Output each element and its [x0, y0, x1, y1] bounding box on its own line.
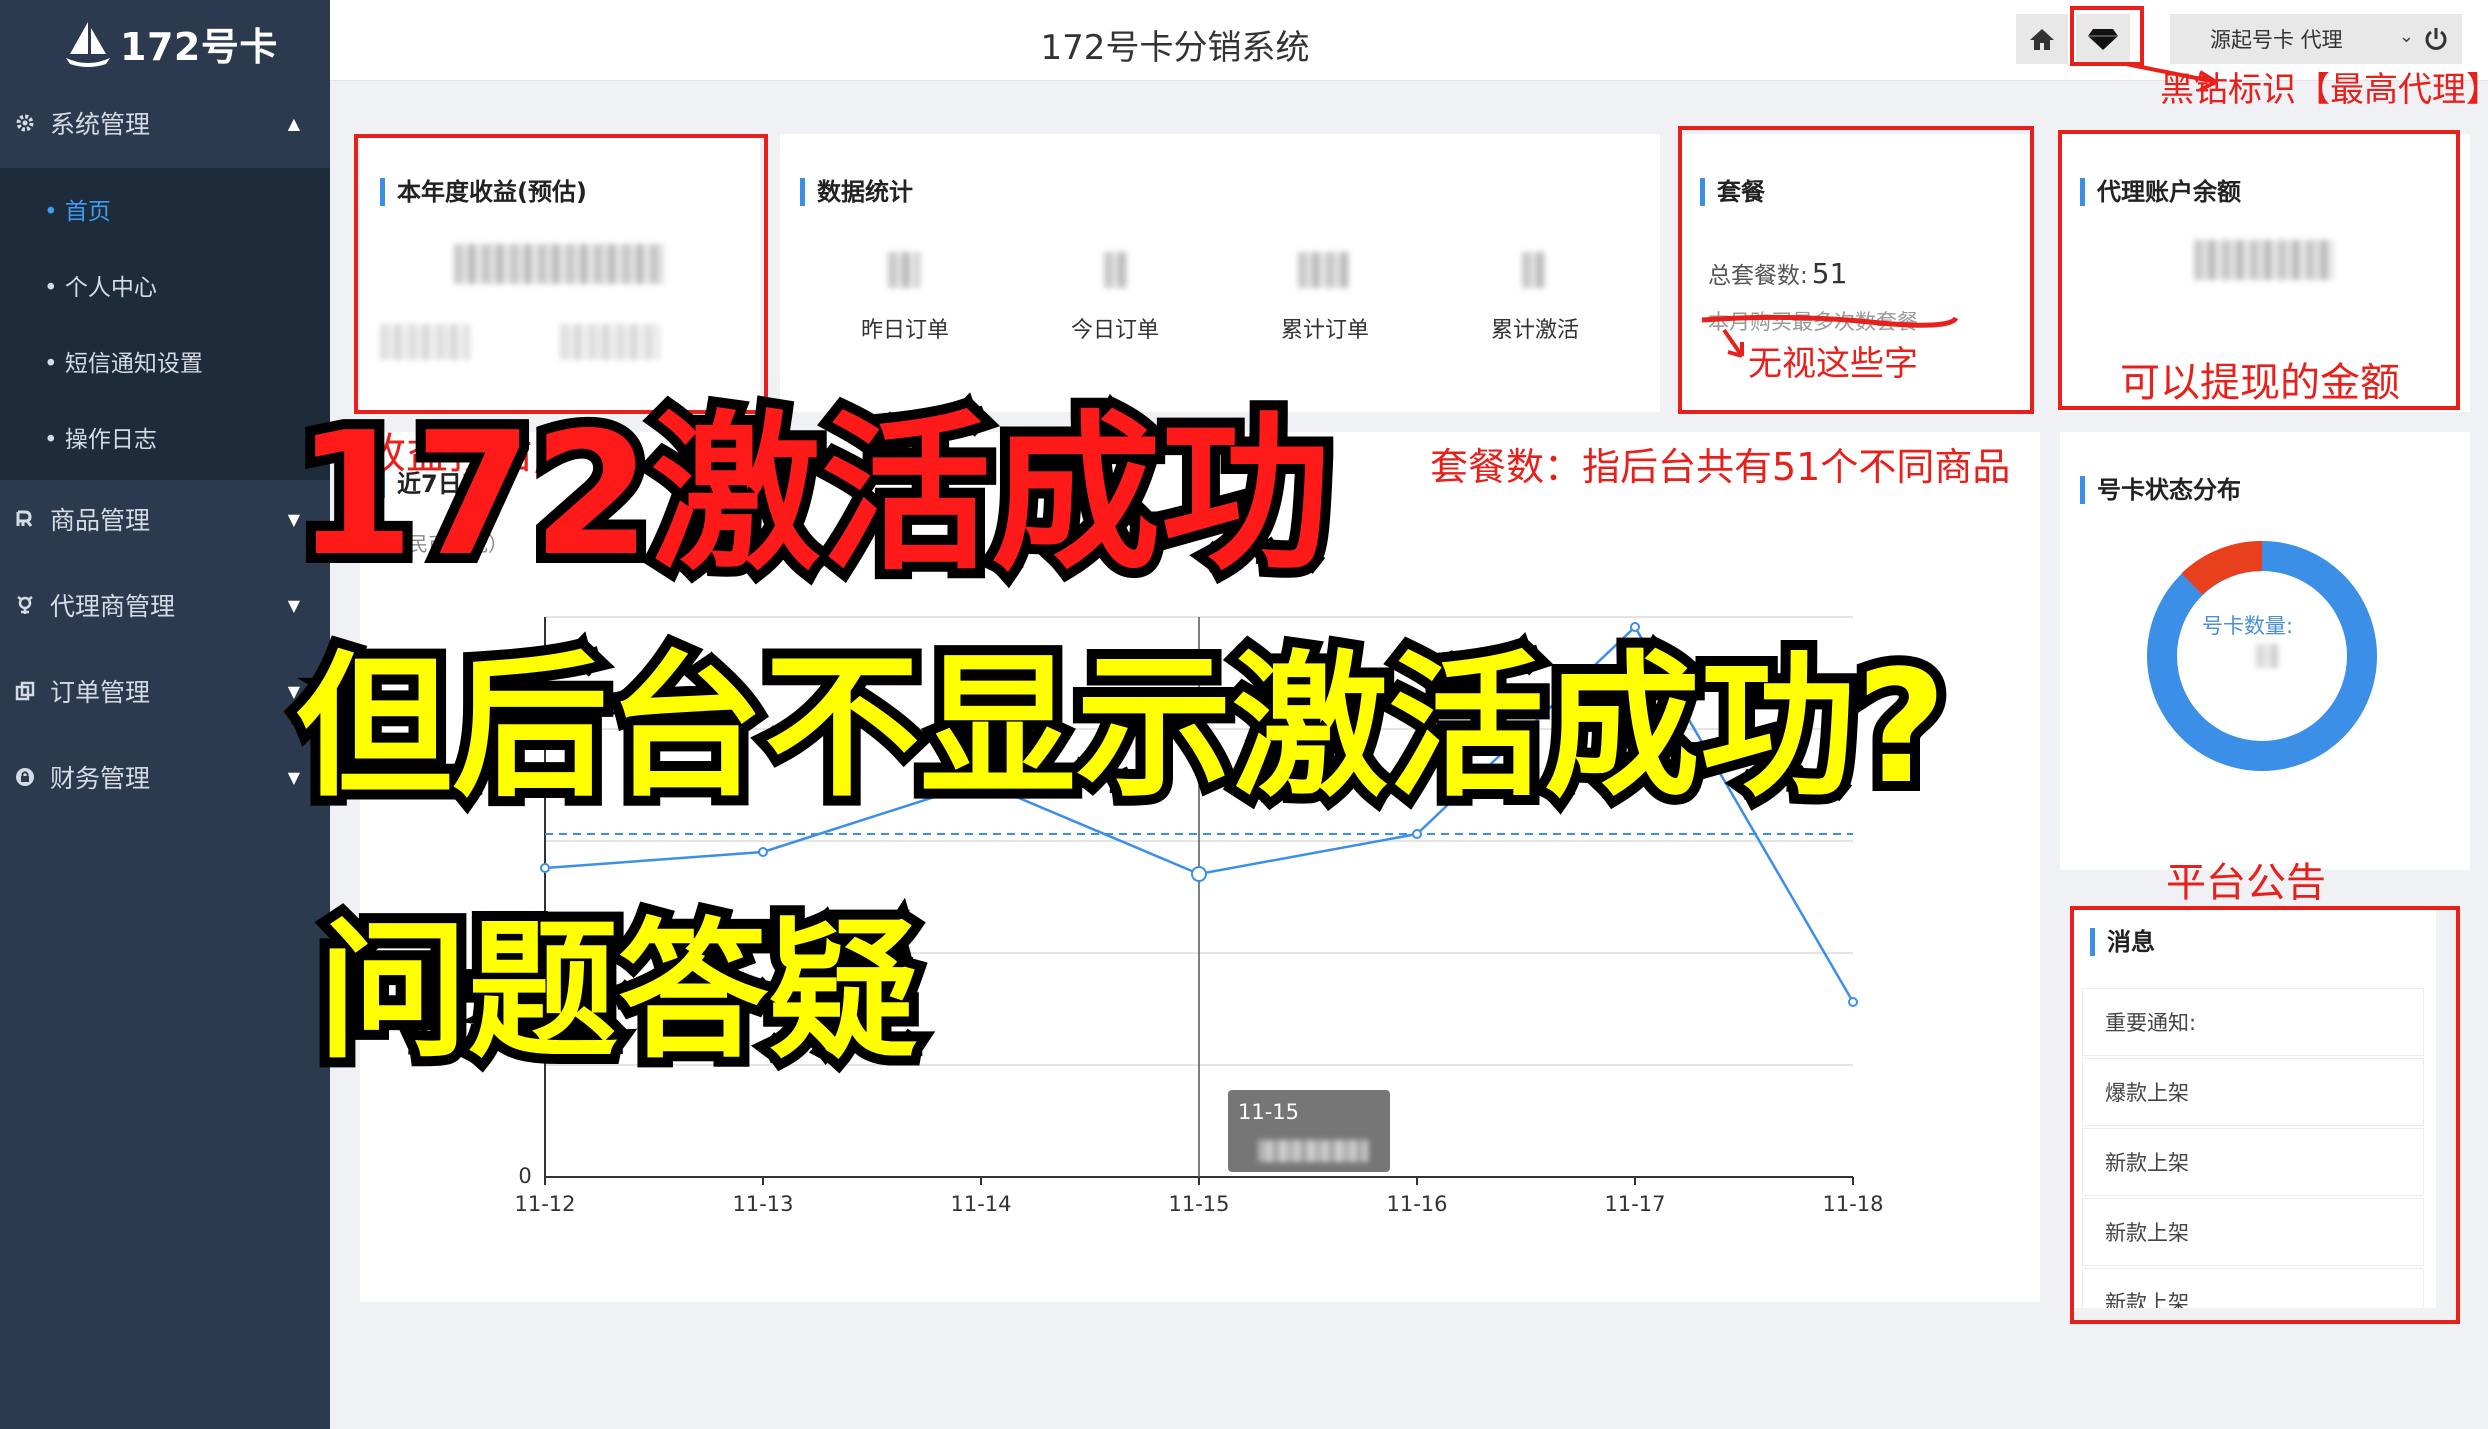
sidebar-item-personal-center[interactable]: • 个人中心 — [44, 268, 157, 302]
card-status-card: 号卡状态分布 号卡数量: — [2060, 432, 2470, 870]
caret-up-icon: ▲ — [287, 113, 300, 133]
data-point[interactable] — [1191, 866, 1207, 882]
sidebar-item-system[interactable]: 系统管理 ▲ — [0, 100, 330, 146]
x-tick-label: 11-14 — [950, 1192, 1011, 1216]
chart-tooltip: 11-15 — [1228, 1090, 1390, 1172]
sidebar: 172号卡 系统管理 ▲ • 首页 • 个人中心 • 短信通知设置 • 操作日志… — [0, 0, 330, 1429]
sidebar-item-products[interactable]: 商品管理 ▼ — [0, 496, 330, 542]
sidebar-item-label: 个人中心 — [64, 275, 157, 301]
blurred-value — [888, 252, 920, 288]
sidebar-item-agents[interactable]: 代理商管理 ▼ — [0, 582, 330, 628]
caption-backend-not-showing: 但后台不显示激活成功? — [286, 626, 1956, 828]
data-point[interactable] — [1412, 829, 1422, 839]
sidebar-item-home[interactable]: • 首页 — [44, 192, 111, 226]
gear-icon — [14, 112, 36, 134]
ignore-note: 无视这些字 — [1748, 344, 1918, 384]
donut-segment-red — [2181, 540, 2263, 596]
data-point[interactable] — [758, 847, 768, 857]
stat-label-total-activations: 累计激活 — [1490, 318, 1579, 343]
card-title: 号卡状态分布 — [2080, 476, 2241, 504]
y-tick-label: 0 — [518, 1164, 531, 1188]
sidebar-item-label: 财务管理 — [50, 764, 151, 793]
agent-icon — [14, 594, 36, 616]
x-tick-label: 11-13 — [732, 1192, 793, 1216]
caption-qa: 问题答疑 — [308, 895, 928, 1089]
platform-notice-note: 平台公告 — [2166, 860, 2326, 906]
sidebar-item-label: 订单管理 — [50, 678, 151, 707]
sidebar-item-label: 首页 — [64, 199, 111, 225]
power-icon — [2425, 28, 2447, 50]
order-icon — [14, 680, 36, 702]
x-tick-label: 11-17 — [1604, 1192, 1665, 1216]
lock-icon — [14, 766, 36, 788]
annotation-box-diamond — [2070, 6, 2144, 66]
sailboat-logo-icon — [66, 22, 110, 67]
x-tick-label: 11-18 — [1822, 1192, 1883, 1216]
sidebar-item-label: 商品管理 — [50, 506, 151, 535]
submenu-system: • 首页 • 个人中心 • 短信通知设置 • 操作日志 — [0, 168, 330, 480]
stat-label-today-orders: 今日订单 — [1070, 318, 1159, 343]
logout-button[interactable] — [2410, 14, 2462, 64]
sidebar-item-sms-settings[interactable]: • 短信通知设置 — [44, 344, 203, 378]
home-icon — [2030, 29, 2054, 50]
sidebar-item-finance[interactable]: 财务管理 ▼ — [0, 754, 330, 800]
blurred-value — [1298, 252, 1350, 288]
sidebar-item-label: 代理商管理 — [50, 592, 176, 621]
logo[interactable]: 172号卡 — [62, 16, 278, 70]
x-tick-label: 11-12 — [514, 1192, 575, 1216]
blurred-value — [1522, 252, 1546, 288]
data-point[interactable] — [1848, 997, 1858, 1007]
home-button[interactable] — [2016, 14, 2068, 64]
product-icon — [14, 508, 36, 530]
x-tick-label: 11-16 — [1386, 1192, 1447, 1216]
blurred-value — [1258, 1140, 1368, 1162]
card-title: 数据统计 — [800, 178, 913, 206]
caption-activation-success: 172激活成功 — [286, 386, 1341, 604]
stat-label-total-orders: 累计订单 — [1280, 318, 1369, 343]
user-dropdown[interactable]: 源起号卡 代理 ⌄ — [2170, 14, 2428, 64]
tooltip-date: 11-15 — [1238, 1100, 1300, 1124]
user-name: 源起号卡 代理 — [2210, 28, 2343, 52]
stat-label-yesterday-orders: 昨日订单 — [860, 318, 949, 343]
logo-text: 172号卡 — [120, 24, 278, 69]
annotation-box-messages — [2070, 906, 2460, 1324]
sidebar-item-operation-log[interactable]: • 操作日志 — [44, 420, 157, 454]
diamond-note: 黑钻标识【最高代理】 — [2160, 70, 2488, 110]
sidebar-item-label: 操作日志 — [64, 427, 157, 453]
sidebar-item-orders[interactable]: 订单管理 ▼ — [0, 668, 330, 714]
package-count-note: 套餐数：指后台共有51个不同商品 — [1430, 445, 2011, 489]
blurred-value — [2256, 644, 2280, 668]
sidebar-item-label: 系统管理 — [50, 110, 151, 139]
withdraw-note: 可以提现的金额 — [2120, 360, 2400, 406]
system-title: 172号卡分销系统 — [1040, 28, 1310, 68]
x-tick-label: 11-15 — [1168, 1192, 1229, 1216]
sidebar-item-label: 短信通知设置 — [64, 351, 203, 377]
donut-center-label: 号卡数量: — [2202, 614, 2294, 638]
blurred-value — [1104, 252, 1128, 288]
arrow-icon — [1722, 328, 1744, 358]
